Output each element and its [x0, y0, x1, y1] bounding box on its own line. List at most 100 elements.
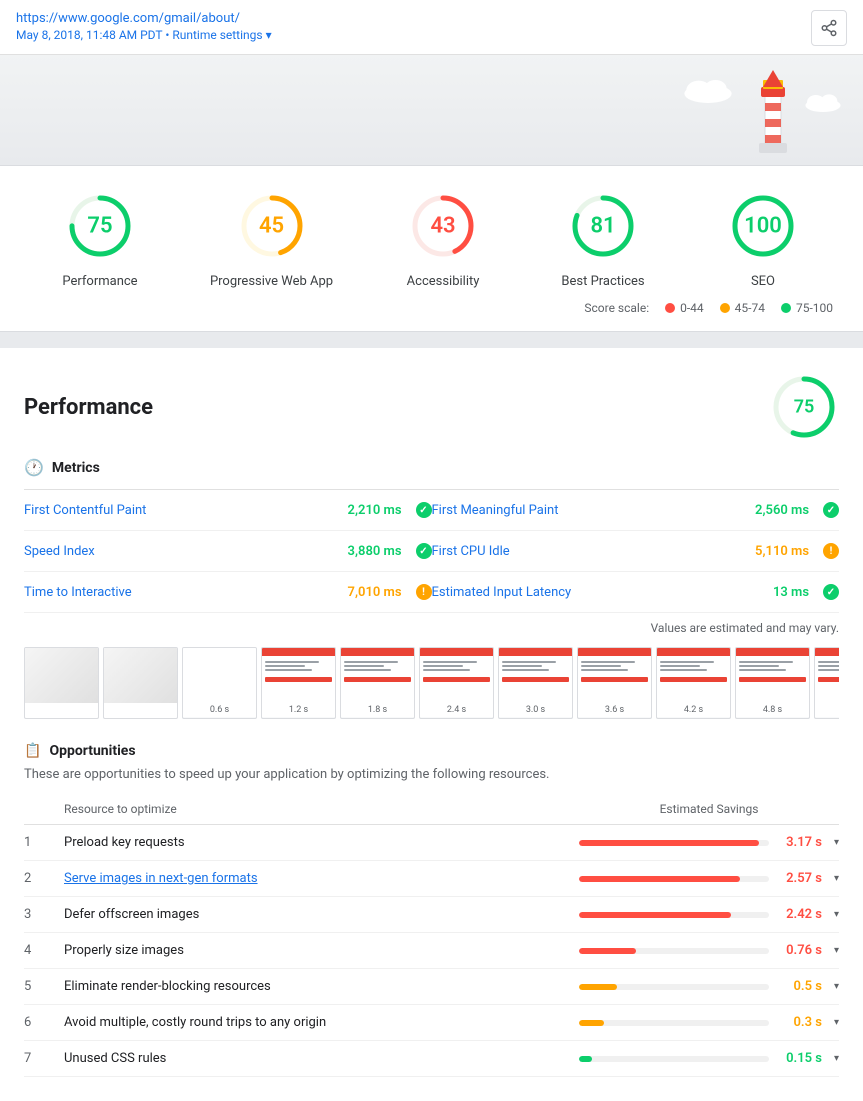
gauge-number-performance: 75	[87, 214, 112, 239]
film-frame	[103, 647, 178, 719]
hero-section	[0, 55, 863, 165]
film-frame-label: 5.4 s	[815, 703, 839, 717]
gauge-accessibility: 43	[403, 186, 483, 266]
opp-header: 📋 Opportunities	[24, 743, 839, 759]
opp-num: 1	[24, 835, 64, 850]
opp-col2: Estimated Savings	[579, 802, 839, 816]
film-frame: 0.6 s	[182, 647, 257, 719]
opp-table-header: Resource to optimize Estimated Savings	[24, 798, 839, 825]
film-frame-label: 3.6 s	[578, 703, 651, 717]
opp-bar-container	[579, 876, 769, 882]
metric-status-icon: !	[416, 584, 432, 600]
opp-name: Eliminate render-blocking resources	[64, 979, 579, 994]
opp-bar-container	[579, 840, 769, 846]
film-frame-inner	[25, 648, 98, 703]
scores-card: 75 Performance 45 Progressive Web App 43…	[0, 165, 863, 332]
score-legend: Score scale: 0-44 45-74 75-100	[30, 301, 833, 315]
legend-red-label: 0-44	[680, 301, 704, 315]
opp-bar	[579, 948, 636, 954]
page-url[interactable]: https://www.google.com/gmail/about/	[16, 11, 240, 26]
film-frame: 2.4 s	[419, 647, 494, 719]
film-frame: 1.8 s	[340, 647, 415, 719]
opp-chevron-icon[interactable]: ▾	[834, 909, 839, 920]
runtime-settings-link[interactable]: Runtime settings	[172, 28, 262, 42]
gauge-number-seo: 100	[744, 214, 782, 239]
opp-row: 6 Avoid multiple, costly round trips to …	[24, 1005, 839, 1041]
metric-estimated-input-latency: Estimated Input Latency 13 ms ✓	[432, 572, 840, 613]
film-frame-inner	[183, 648, 256, 703]
score-label-best-practices: Best Practices	[561, 274, 644, 289]
opp-title: Opportunities	[49, 743, 135, 759]
opp-bar-container	[579, 912, 769, 918]
opp-savings-value: 0.5 s	[777, 979, 822, 994]
score-item-accessibility: 43 Accessibility	[393, 186, 493, 289]
film-frame-inner	[657, 648, 730, 703]
metric-status-icon: !	[823, 543, 839, 559]
opp-num: 5	[24, 979, 64, 994]
film-frame-label	[104, 703, 177, 707]
opp-row: 1 Preload key requests 3.17 s ▾	[24, 825, 839, 861]
opp-savings-cell: 3.17 s ▾	[579, 835, 839, 850]
metric-status-icon: ✓	[823, 584, 839, 600]
clock-icon: 🕐	[24, 458, 44, 477]
opp-row: 7 Unused CSS rules 0.15 s ▾	[24, 1041, 839, 1077]
opp-chevron-icon[interactable]: ▾	[834, 945, 839, 956]
opp-savings-value: 3.17 s	[777, 835, 822, 850]
metric-first-cpu-idle: First CPU Idle 5,110 ms !	[432, 531, 840, 572]
film-frame: 4.2 s	[656, 647, 731, 719]
score-item-performance: 75 Performance	[50, 186, 150, 289]
opp-bar	[579, 912, 731, 918]
opp-chevron-icon[interactable]: ▾	[834, 873, 839, 884]
filmstrip: 0.6 s 1.2 s 1.8 s	[24, 647, 839, 723]
opp-bar	[579, 840, 759, 846]
opp-row: 5 Eliminate render-blocking resources 0.…	[24, 969, 839, 1005]
metric-status-icon: ✓	[416, 502, 432, 518]
film-frame-inner	[420, 648, 493, 703]
gauge-number-pwa: 45	[259, 214, 284, 239]
performance-title: Performance	[24, 395, 153, 420]
opp-num: 2	[24, 871, 64, 886]
opp-icon: 📋	[24, 743, 41, 759]
opportunities-section: 📋 Opportunities These are opportunities …	[24, 743, 839, 1077]
performance-gauge-number: 75	[794, 397, 815, 418]
film-frame-label	[25, 703, 98, 707]
opp-chevron-icon[interactable]: ▾	[834, 1053, 839, 1064]
opp-savings-cell: 0.3 s ▾	[579, 1015, 839, 1030]
legend-orange: 45-74	[720, 301, 765, 315]
header: https://www.google.com/gmail/about/ May …	[0, 0, 863, 55]
opp-bar	[579, 1020, 604, 1026]
gauge-best-practices: 81	[563, 186, 643, 266]
film-frame: 3.6 s	[577, 647, 652, 719]
film-frame-inner	[815, 648, 839, 703]
opp-chevron-icon[interactable]: ▾	[834, 1017, 839, 1028]
main-content: Performance 75 🕐 Metrics First Contentfu…	[0, 348, 863, 1101]
opp-bar-container	[579, 1056, 769, 1062]
legend-label: Score scale:	[584, 301, 649, 315]
gauge-number-best-practices: 81	[590, 214, 615, 239]
opp-chevron-icon[interactable]: ▾	[834, 981, 839, 992]
cloud1-icon	[683, 75, 733, 103]
film-frame: 1.2 s	[261, 647, 336, 719]
metrics-grid: First Contentful Paint 2,210 ms ✓ First …	[24, 489, 839, 613]
film-frame-inner	[499, 648, 572, 703]
opp-row: 3 Defer offscreen images 2.42 s ▾	[24, 897, 839, 933]
opp-savings-value: 0.3 s	[777, 1015, 822, 1030]
opp-savings-value: 0.76 s	[777, 943, 822, 958]
opp-rows: 1 Preload key requests 3.17 s ▾ 2 Serve …	[24, 825, 839, 1077]
opp-bar-container	[579, 1020, 769, 1026]
audit-date: May 8, 2018, 11:48 AM PDT	[16, 28, 162, 42]
opp-chevron-icon[interactable]: ▾	[834, 837, 839, 848]
film-frame-label: 0.6 s	[183, 703, 256, 717]
opp-savings-cell: 2.57 s ▾	[579, 871, 839, 886]
opp-row: 2 Serve images in next-gen formats 2.57 …	[24, 861, 839, 897]
film-frame-inner	[736, 648, 809, 703]
opp-name: Avoid multiple, costly round trips to an…	[64, 1015, 579, 1030]
opp-savings-cell: 0.76 s ▾	[579, 943, 839, 958]
score-label-performance: Performance	[62, 274, 137, 289]
legend-green-dot	[781, 303, 791, 313]
share-button[interactable]	[811, 10, 847, 46]
performance-gauge: 75	[769, 372, 839, 442]
film-frame-label: 1.8 s	[341, 703, 414, 717]
film-frame-inner	[578, 648, 651, 703]
gauge-performance: 75	[60, 186, 140, 266]
